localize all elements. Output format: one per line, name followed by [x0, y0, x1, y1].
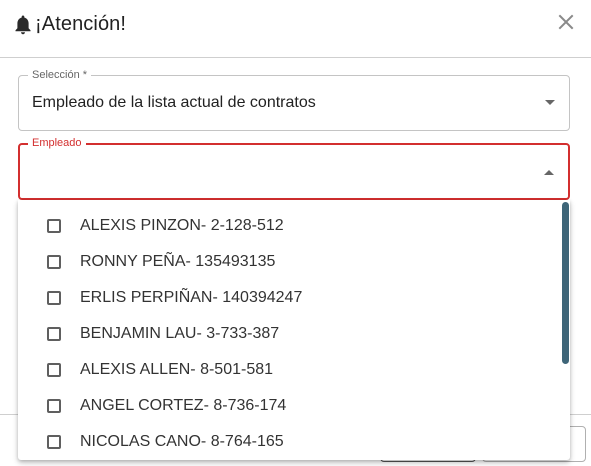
dialog-header: ¡Atención! — [0, 0, 591, 58]
empleado-options-list: ALEXIS PINZON- 2-128-512 RONNY PEÑA- 135… — [18, 200, 570, 460]
option-label: ALEXIS PINZON- 2-128-512 — [80, 217, 284, 234]
option-label: BENJAMIN LAU- 3-733-387 — [80, 325, 280, 342]
bell-icon — [15, 15, 31, 35]
seleccion-value: Empleado de la lista actual de contratos — [32, 94, 316, 111]
empleado-select[interactable]: Empleado — [18, 136, 570, 200]
scrollbar-thumb[interactable] — [562, 202, 569, 364]
seleccion-select[interactable]: Selección * Empleado de la lista actual … — [18, 68, 570, 131]
chevron-up-icon[interactable] — [544, 170, 554, 175]
option-item[interactable]: ALEXIS ALLEN- 8-501-581 — [18, 352, 558, 388]
dialog-title: ¡Atención! — [35, 13, 127, 35]
checkbox[interactable] — [47, 291, 61, 305]
option-label: RONNY PEÑA- 135493135 — [80, 253, 276, 270]
close-icon[interactable] — [556, 12, 576, 32]
option-label: NICOLAS CANO- 8-764-165 — [80, 433, 284, 450]
checkbox[interactable] — [47, 219, 61, 233]
checkbox[interactable] — [47, 363, 61, 377]
option-item[interactable]: RONNY PEÑA- 135493135 — [18, 244, 558, 280]
alert-dialog: ¡Atención! Selección * Empleado de la li… — [0, 0, 591, 466]
option-label: ERLIS PERPIÑAN- 140394247 — [80, 289, 303, 306]
option-label: ALEXIS ALLEN- 8-501-581 — [80, 361, 274, 378]
option-label: ANGEL CORTEZ- 8-736-174 — [80, 397, 287, 414]
option-item[interactable]: BENJAMIN LAU- 3-733-387 — [18, 316, 558, 352]
checkbox[interactable] — [47, 435, 61, 449]
chevron-down-icon[interactable] — [545, 100, 555, 105]
option-item[interactable]: NICOLAS CANO- 8-764-165 — [18, 424, 558, 460]
option-item[interactable]: ALEXIS PINZON- 2-128-512 — [18, 208, 558, 244]
empleado-label: Empleado — [28, 136, 86, 150]
seleccion-label: Selección * — [28, 68, 92, 82]
option-item[interactable]: ERLIS PERPIÑAN- 140394247 — [18, 280, 558, 316]
checkbox[interactable] — [47, 327, 61, 341]
checkbox[interactable] — [47, 399, 61, 413]
checkbox[interactable] — [47, 255, 61, 269]
option-item[interactable]: ANGEL CORTEZ- 8-736-174 — [18, 388, 558, 424]
